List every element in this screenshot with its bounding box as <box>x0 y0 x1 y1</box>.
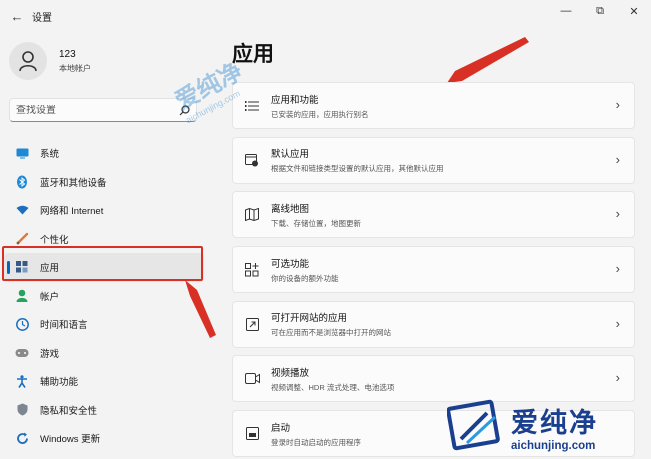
card-title: 可打开网站的应用 <box>271 313 348 325</box>
minimize-icon: — <box>560 5 572 17</box>
card-subtitle: 下载、存储位置，地图更新 <box>271 218 361 228</box>
brush-icon <box>14 231 30 247</box>
sidebar-nav: 系统 蓝牙和其他设备 网络和 Internet 个性化 应用 帐户 时间和语言 … <box>4 139 204 453</box>
card-subtitle: 已安装的应用，应用执行别名 <box>271 109 369 119</box>
sidebar-item-privacy[interactable]: 隐私和安全性 <box>4 396 204 425</box>
card-title: 应用和功能 <box>271 94 319 106</box>
highlight-box-apps-nav <box>2 246 203 281</box>
maximize-icon: ⧉ <box>596 4 604 17</box>
sidebar-item-windows-update[interactable]: Windows 更新 <box>4 424 204 453</box>
back-arrow-icon: ← <box>10 8 24 24</box>
page-title: 应用 <box>232 43 274 66</box>
add-feature-icon <box>241 262 263 277</box>
list-icon <box>241 100 263 112</box>
startup-icon <box>241 427 263 441</box>
avatar <box>9 42 47 80</box>
card-offline-maps[interactable]: 离线地图 下载、存储位置，地图更新 › <box>232 191 635 239</box>
search-input[interactable] <box>16 104 166 116</box>
gamepad-icon <box>14 345 30 361</box>
update-icon <box>14 430 30 446</box>
chevron-right-icon: › <box>615 206 620 222</box>
watermark-logo: 爱纯净 aichunjing.com <box>447 397 643 455</box>
card-subtitle: 你的设备的额外功能 <box>271 273 339 283</box>
sidebar-item-label: Windows 更新 <box>40 434 101 446</box>
close-button[interactable]: ✕ <box>617 0 651 22</box>
card-subtitle: 可在应用而不是浏览器中打开的网站 <box>271 328 391 338</box>
card-title: 启动 <box>271 422 291 434</box>
chevron-right-icon: › <box>615 315 620 331</box>
card-subtitle: 登录时自动启动的应用程序 <box>271 437 361 447</box>
default-apps-icon <box>241 153 263 167</box>
sidebar-item-label: 系统 <box>40 149 60 161</box>
person-icon <box>14 288 30 304</box>
watermark-title: 爱纯净 <box>511 407 598 438</box>
sidebar-item-network[interactable]: 网络和 Internet <box>4 196 204 225</box>
card-title: 可选功能 <box>271 258 310 270</box>
card-title: 离线地图 <box>271 203 310 215</box>
sidebar-item-label: 游戏 <box>40 348 60 360</box>
back-button[interactable]: ← <box>4 3 30 29</box>
search-box[interactable] <box>9 98 197 122</box>
shield-icon <box>14 402 30 418</box>
sidebar-item-time-language[interactable]: 时间和语言 <box>4 310 204 339</box>
sidebar-item-label: 蓝牙和其他设备 <box>40 177 107 189</box>
window-controls: — ⧉ ✕ <box>549 0 651 26</box>
sidebar-item-label: 帐户 <box>40 291 60 303</box>
chevron-right-icon: › <box>615 261 620 277</box>
sidebar-item-system[interactable]: 系统 <box>4 139 204 168</box>
video-icon <box>241 373 263 385</box>
arrow-to-apps-features <box>447 37 529 83</box>
card-apps-features[interactable]: 应用和功能 已安装的应用，应用执行别名 › <box>232 82 635 129</box>
account-type: 本地帐户 <box>59 63 91 73</box>
monitor-icon <box>14 145 30 161</box>
card-title: 视频播放 <box>271 367 310 379</box>
close-icon: ✕ <box>629 5 639 18</box>
sidebar-item-bluetooth[interactable]: 蓝牙和其他设备 <box>4 168 204 197</box>
chevron-right-icon: › <box>615 151 620 167</box>
card-video-playback[interactable]: 视频播放 视频调整、HDR 流式处理、电池选项 › <box>232 355 635 403</box>
map-icon <box>241 208 263 222</box>
card-subtitle: 根据文件和链接类型设置的默认应用，其他默认应用 <box>271 164 444 174</box>
maximize-button[interactable]: ⧉ <box>583 0 617 22</box>
sidebar-item-label: 个性化 <box>40 234 69 246</box>
sidebar-item-label: 网络和 Internet <box>40 206 104 218</box>
sidebar-item-accounts[interactable]: 帐户 <box>4 282 204 311</box>
sidebar-item-label: 时间和语言 <box>40 320 88 332</box>
user-name: 123 <box>59 48 76 60</box>
sidebar-item-accessibility[interactable]: 辅助功能 <box>4 367 204 396</box>
card-apps-for-websites[interactable]: 可打开网站的应用 可在应用而不是浏览器中打开的网站 › <box>232 300 635 348</box>
user-profile[interactable]: 123 本地帐户 <box>9 42 91 80</box>
title-bar: ← 设置 — ⧉ ✕ <box>0 0 651 32</box>
minimize-button[interactable]: — <box>549 0 583 22</box>
card-title: 默认应用 <box>271 149 310 161</box>
wifi-icon <box>14 202 30 218</box>
app-title: 设置 <box>32 12 52 24</box>
sidebar-item-label: 隐私和安全性 <box>40 405 98 417</box>
chevron-right-icon: › <box>615 97 620 112</box>
sidebar-item-gaming[interactable]: 游戏 <box>4 339 204 368</box>
aichunjing-logo-icon <box>447 399 500 451</box>
person-icon <box>19 51 37 72</box>
card-default-apps[interactable]: 默认应用 根据文件和链接类型设置的默认应用，其他默认应用 › <box>232 136 635 184</box>
card-subtitle: 视频调整、HDR 流式处理、电池选项 <box>271 382 395 392</box>
open-web-icon <box>241 317 263 331</box>
watermark-url: aichunjing.com <box>511 439 596 452</box>
bluetooth-icon <box>14 174 30 190</box>
globe-clock-icon <box>14 316 30 332</box>
sidebar-item-label: 辅助功能 <box>40 377 79 389</box>
accessibility-icon <box>14 373 30 389</box>
chevron-right-icon: › <box>615 370 620 386</box>
card-optional-features[interactable]: 可选功能 你的设备的额外功能 › <box>232 246 635 294</box>
